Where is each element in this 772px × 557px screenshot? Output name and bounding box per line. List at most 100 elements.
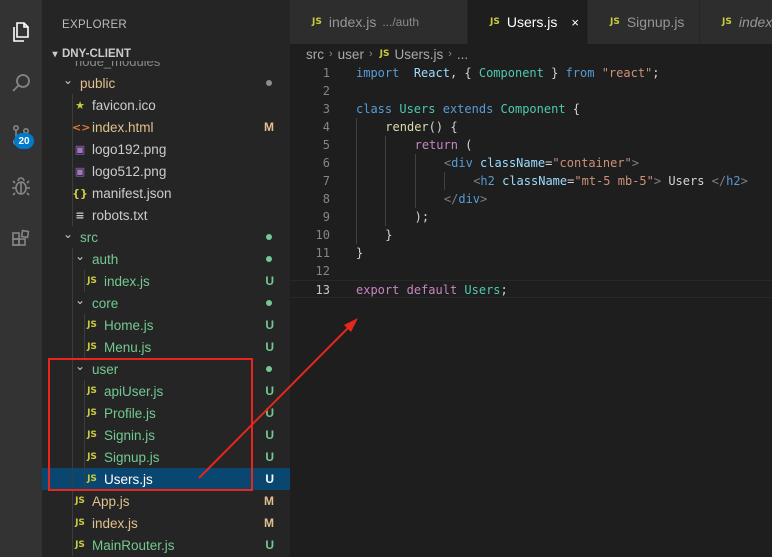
indent-guide (414, 190, 416, 208)
code-line[interactable]: 1 import React, { Component } from "react… (290, 64, 772, 82)
tree-file[interactable]: JS Home.js U (42, 314, 290, 336)
tab-users-js[interactable]: JS Users.js × (468, 0, 588, 44)
tree-item-label: Users.js (104, 471, 153, 487)
code-text: export default Users; (356, 281, 508, 299)
tree-folder[interactable]: ⌄ user (42, 358, 290, 380)
code-line[interactable]: 11} (290, 244, 772, 262)
js-icon: JS (87, 452, 97, 462)
chevron-down-icon: ⌄ (74, 293, 86, 307)
tree-file[interactable]: ▣ logo512.png (42, 160, 290, 182)
chevron-down-icon: ⌄ (74, 249, 86, 263)
chevron-right-icon: › (448, 48, 452, 60)
indent-guide (385, 172, 387, 190)
indent-guide (385, 136, 387, 154)
tree-file[interactable]: <> index.html M (42, 116, 290, 138)
tree-item-label: auth (92, 251, 119, 267)
tree-file[interactable]: JS index.js U (42, 270, 290, 292)
tab-index-js[interactable]: JS index.js .../auth (290, 0, 468, 44)
code-text: } (385, 226, 392, 244)
tree-item-label: logo512.png (92, 163, 167, 179)
status-dot (266, 366, 272, 372)
tree-item-label: index.js (104, 273, 150, 289)
tab-signup-js[interactable]: JS Signup.js (588, 0, 700, 44)
tree-item-label: Signin.js (104, 427, 156, 443)
breadcrumb-item-symbols[interactable]: ... (457, 47, 468, 62)
breadcrumb-item-user[interactable]: user (338, 47, 364, 62)
workspace-title: DNY-CLIENT (62, 48, 131, 60)
code-line[interactable]: 2 (290, 82, 772, 100)
close-icon[interactable]: × (571, 15, 579, 30)
line-number: 2 (322, 84, 330, 98)
tree-item-cut-off[interactable]: node_modules (42, 61, 290, 69)
tree-file[interactable]: JS MainRouter.js U (42, 534, 290, 556)
tree-item-label: Profile.js (104, 405, 156, 421)
tree-folder[interactable]: ⌄ core (42, 292, 290, 314)
tree-file[interactable]: JS Users.js U (42, 468, 290, 490)
line-number: 1 (322, 66, 330, 80)
tree-file[interactable]: JS Signup.js U (42, 446, 290, 468)
js-icon: JS (87, 430, 97, 440)
indent-guide (356, 154, 357, 172)
files-icon[interactable] (0, 12, 42, 52)
line-number: 10 (315, 228, 330, 242)
indent-guide (414, 172, 416, 190)
tree-file[interactable]: JS Menu.js U (42, 336, 290, 358)
code-token: React (413, 66, 450, 80)
indent-guide (414, 154, 416, 172)
tree-file[interactable]: ≡ robots.txt (42, 204, 290, 226)
tree-file[interactable]: JS Signin.js U (42, 424, 290, 446)
tree-folder[interactable]: ⌄ public (42, 72, 290, 94)
line-number: 6 (322, 156, 330, 170)
code-line[interactable]: 8 </div> (290, 190, 772, 208)
extensions-icon[interactable] (0, 220, 42, 260)
breadcrumb-item-file[interactable]: Users.js (394, 47, 443, 62)
tree-item-label: manifest.json (92, 185, 172, 201)
code-token: "container" (552, 156, 632, 170)
tab-label: Signup.js (626, 14, 685, 30)
code-line[interactable]: 13 export default Users; (290, 280, 772, 298)
js-file-icon: JS (312, 17, 322, 27)
code-editor[interactable]: 1 import React, { Component } from "react… (290, 64, 772, 557)
image-icon: ▣ (74, 164, 86, 178)
line-number: 12 (315, 264, 330, 278)
code-token: ; (500, 283, 508, 297)
debug-icon[interactable] (0, 167, 42, 207)
search-icon[interactable] (0, 63, 42, 103)
tree-file[interactable]: JS App.js M (42, 490, 290, 512)
tab-index[interactable]: JS index (700, 0, 772, 44)
image-icon: ▣ (74, 142, 86, 156)
tree-folder[interactable]: ⌄ auth (42, 248, 290, 270)
code-token: h2 (480, 174, 495, 188)
code-token: Users (399, 102, 436, 116)
tab-label: index (738, 14, 772, 30)
breadcrumb: src › user › JS Users.js › ... (290, 44, 772, 64)
code-line[interactable]: 6 <div className="container"> (290, 154, 772, 172)
js-icon: JS (75, 518, 85, 528)
code-line[interactable]: 3 class Users extends Component { (290, 100, 772, 118)
code-line[interactable]: 10} (290, 226, 772, 244)
tree-item-label: App.js (92, 493, 130, 509)
breadcrumb-item-src[interactable]: src (306, 47, 324, 62)
git-status-badge: U (265, 472, 274, 486)
tree-file[interactable]: JS apiUser.js U (42, 380, 290, 402)
code-line[interactable]: 9); (290, 208, 772, 226)
tree-file[interactable]: ★ favicon.ico (42, 94, 290, 116)
code-line[interactable]: 4 render() { (290, 118, 772, 136)
code-token: } (385, 228, 393, 242)
tree-folder[interactable]: ⌄ src (42, 226, 290, 248)
line-number: 9 (322, 210, 330, 224)
tree-file[interactable]: ▣ logo192.png (42, 138, 290, 160)
tree-item-label: index.js (92, 515, 138, 531)
tree-item-label: node_modules (75, 61, 161, 69)
tree-file[interactable]: {} manifest.json (42, 182, 290, 204)
tree-file[interactable]: JS Profile.js U (42, 402, 290, 424)
code-line[interactable]: 5 return ( (290, 136, 772, 154)
git-status-badge: U (265, 538, 274, 552)
chevron-right-icon: › (329, 48, 333, 60)
code-line[interactable]: 12 (290, 262, 772, 280)
code-text: ); (415, 208, 429, 226)
code-line[interactable]: 7 <h2 className="mt-5 mb-5"> Users </h2> (290, 172, 772, 190)
tree-file[interactable]: JS index.js M (42, 512, 290, 534)
